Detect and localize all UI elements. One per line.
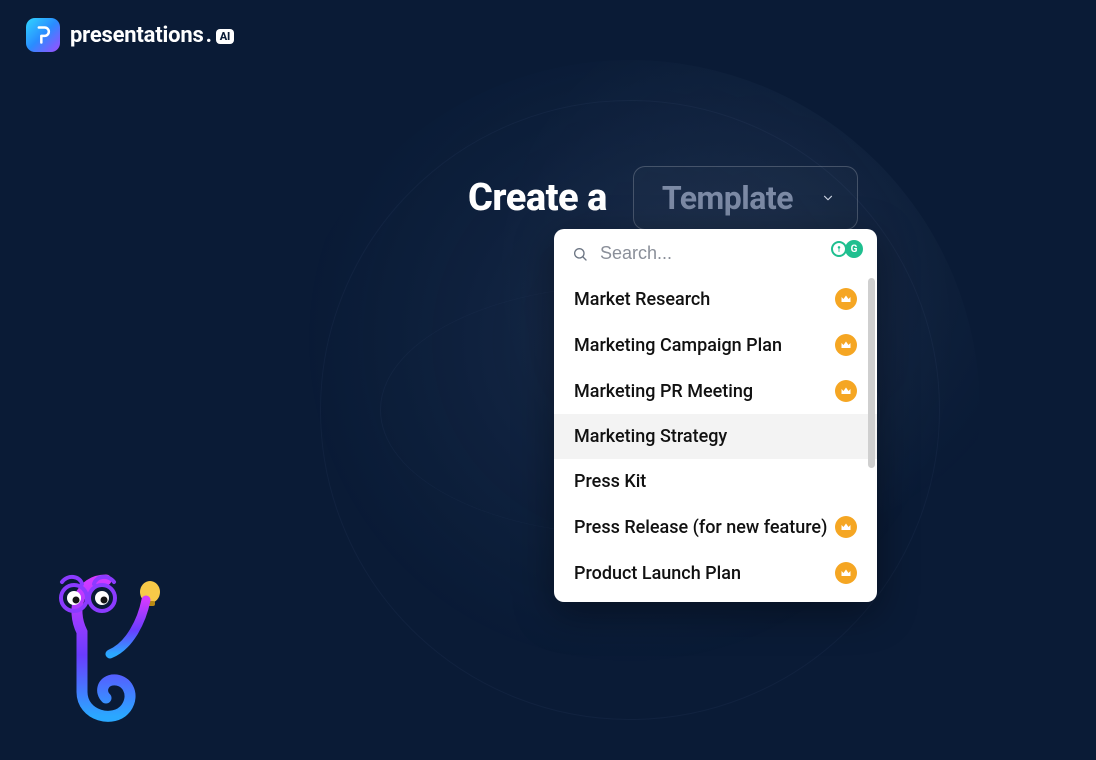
crown-icon (835, 380, 857, 402)
template-item-label: Press Release (for new feature) (574, 517, 827, 538)
scrollbar-thumb[interactable] (868, 278, 875, 468)
headline-row: Create a Template (468, 166, 858, 230)
template-item-label: Product Launch Plan (574, 563, 741, 584)
brand-p-icon (33, 25, 53, 45)
grammarly-badges: G (831, 240, 863, 258)
headline-text: Create a (468, 176, 607, 220)
template-item-label: Press Kit (574, 471, 646, 492)
assistant-character (50, 560, 180, 730)
template-dropdown[interactable]: Template (633, 166, 858, 230)
template-item-label: Marketing Campaign Plan (574, 335, 782, 356)
brand-wordmark: presentations . AI (70, 23, 234, 48)
template-item[interactable]: Marketing PR Meeting (554, 368, 877, 414)
brand-ai-badge: AI (216, 29, 234, 44)
crown-icon (835, 562, 857, 584)
template-dropdown-label: Template (662, 179, 793, 217)
search-icon (572, 246, 588, 262)
brand-dot: . (206, 23, 212, 48)
template-dropdown-panel: G Market Research Marketing Campaign Plan… (554, 229, 877, 602)
template-item-label: Marketing Strategy (574, 426, 727, 447)
crown-icon (835, 516, 857, 538)
template-item-label: Marketing PR Meeting (574, 381, 753, 402)
template-search-input[interactable] (600, 243, 859, 264)
brand-logo: presentations . AI (26, 18, 234, 52)
grammarly-icon[interactable]: G (845, 240, 863, 258)
chevron-down-icon (821, 191, 835, 205)
template-item[interactable]: Marketing Strategy (554, 414, 877, 459)
template-item[interactable]: Market Research (554, 276, 877, 322)
template-item[interactable]: Product Launch Plan (554, 550, 877, 596)
crown-icon (835, 288, 857, 310)
template-item-label: Market Research (574, 289, 710, 310)
crown-icon (835, 334, 857, 356)
brand-name: presentations (70, 23, 204, 48)
template-item[interactable]: Press Kit (554, 459, 877, 504)
template-search-row: G (554, 229, 877, 276)
template-list[interactable]: Market Research Marketing Campaign Plan Ma… (554, 276, 877, 602)
template-item[interactable]: Marketing Campaign Plan (554, 322, 877, 368)
template-item[interactable]: Press Release (for new feature) (554, 504, 877, 550)
brand-logo-mark (26, 18, 60, 52)
